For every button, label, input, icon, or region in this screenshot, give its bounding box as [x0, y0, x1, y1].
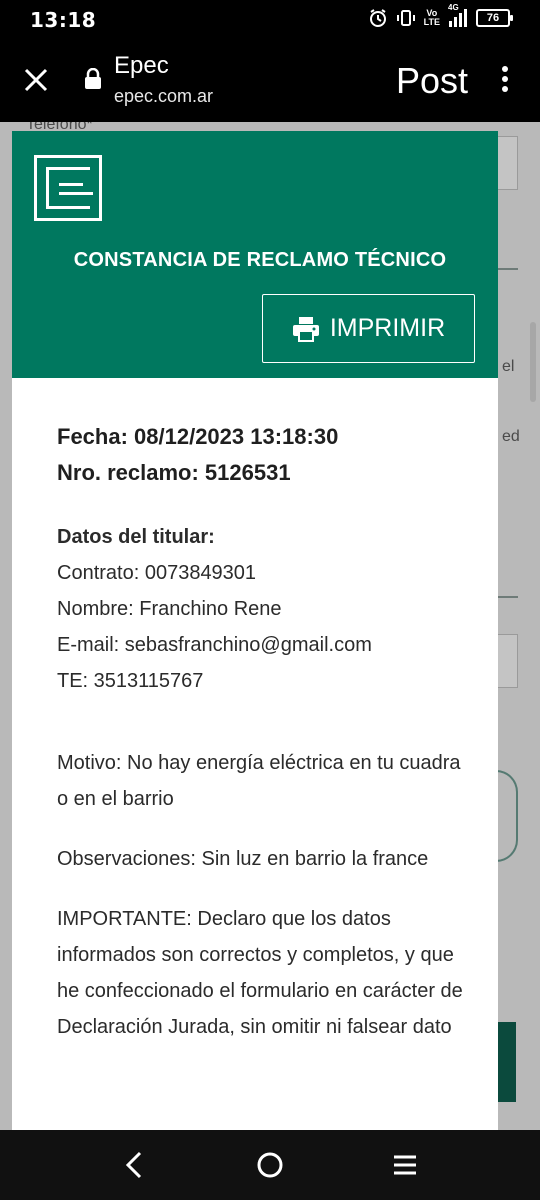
holder-email: E-mail: sebasfranchino@gmail.com [57, 634, 372, 656]
site-title: Epec [114, 52, 169, 79]
scrollbar[interactable] [530, 322, 536, 402]
background-button [496, 1022, 516, 1102]
alarm-icon [369, 9, 386, 27]
status-icons: Vo LTE 4G 76 [368, 3, 513, 28]
close-icon[interactable] [20, 64, 52, 96]
battery-icon: 76 [476, 9, 513, 27]
modal-header: CONSTANCIA DE RECLAMO TÉCNICO IMPRIMIR [12, 131, 498, 378]
signal-group: 4G [448, 3, 468, 27]
status-bar: 13:18 Vo LTE 4G 76 [0, 0, 540, 40]
holder-phone: TE: 3513115767 [57, 670, 204, 692]
recents-menu-icon[interactable] [392, 1150, 418, 1180]
background-text-fragment: el [502, 358, 515, 375]
holder-data-heading: Datos del titular: [57, 526, 215, 548]
lock-icon [85, 68, 101, 89]
more-options-icon[interactable] [500, 66, 510, 96]
network-type: Vo LTE [424, 9, 440, 27]
epec-logo [34, 155, 102, 221]
claim-observations: Observaciones: Sin luz en barrio la fran… [57, 848, 429, 870]
background-text-fragment: ed [502, 428, 520, 445]
print-button-label: IMPRIMIR [329, 314, 446, 342]
home-icon[interactable] [256, 1150, 284, 1180]
navigation-bar [0, 1130, 540, 1200]
claim-receipt-modal: CONSTANCIA DE RECLAMO TÉCNICO IMPRIMIR F… [12, 131, 498, 1131]
holder-contract: Contrato: 0073849301 [57, 562, 257, 584]
claim-date: Fecha: 08/12/2023 13:18:30 [57, 424, 339, 449]
signal-label: 4G [448, 3, 459, 12]
vibrate-icon [396, 10, 415, 26]
claim-number: Nro. reclamo: 5126531 [57, 460, 291, 485]
network-bottom-label: LTE [423, 17, 440, 27]
browser-toolbar: Epec epec.com.ar Post [0, 40, 540, 122]
modal-title: CONSTANCIA DE RECLAMO TÉCNICO [73, 249, 447, 271]
holder-name: Nombre: Franchino Rene [57, 598, 282, 620]
back-icon[interactable] [122, 1150, 148, 1180]
post-button[interactable]: Post [396, 60, 468, 102]
status-time: 13:18 [30, 8, 97, 32]
printer-icon [292, 316, 319, 342]
modal-body: Fecha: 08/12/2023 13:18:30 Nro. reclamo:… [57, 419, 477, 1045]
print-button[interactable]: IMPRIMIR [262, 294, 475, 363]
claim-reason: Motivo: No hay energía eléctrica en tu c… [57, 752, 461, 810]
site-url[interactable]: epec.com.ar [114, 86, 213, 107]
important-notice: IMPORTANTE: Declaro que los datos inform… [57, 908, 463, 1038]
